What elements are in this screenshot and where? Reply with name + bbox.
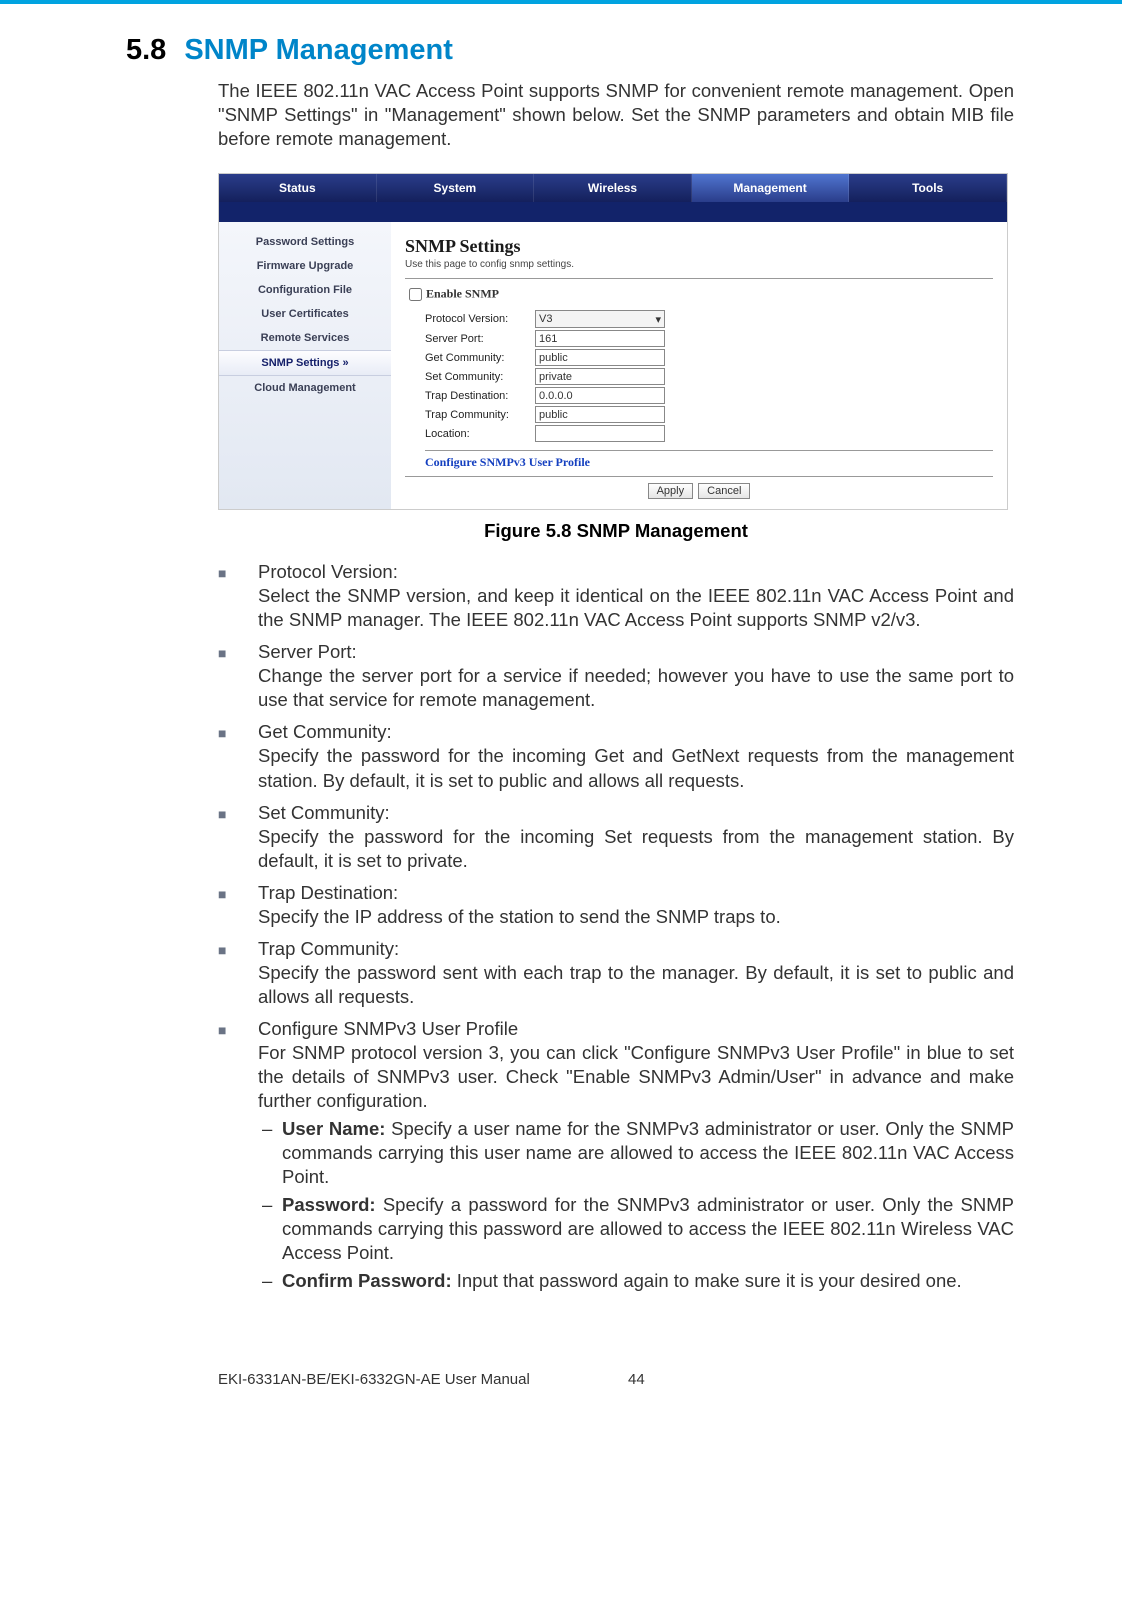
bullet-list: ■ Protocol Version:Select the SNMP versi… <box>218 560 1014 1293</box>
sub-label: Confirm Password: <box>282 1270 452 1291</box>
figure-wrap: Status System Wireless Management Tools … <box>218 173 1014 510</box>
item-title: Trap Community: <box>258 937 1014 961</box>
item-desc: For SNMP protocol version 3, you can cli… <box>258 1042 1014 1111</box>
set-community-label: Set Community: <box>405 371 535 383</box>
square-bullet-icon: ■ <box>218 801 258 873</box>
tab-status[interactable]: Status <box>219 174 377 202</box>
trap-destination-input[interactable]: 0.0.0.0 <box>535 387 665 404</box>
item-desc: Specify the IP address of the station to… <box>258 906 781 927</box>
sub-text: Specify a user name for the SNMPv3 admin… <box>282 1118 1014 1187</box>
panel-subtitle: Use this page to config snmp settings. <box>405 259 993 270</box>
sidebar-remote[interactable]: Remote Services <box>219 326 391 350</box>
item-title: Server Port: <box>258 640 1014 664</box>
dash-icon: – <box>258 1193 282 1265</box>
item-title: Get Community: <box>258 720 1014 744</box>
tab-wireless[interactable]: Wireless <box>534 174 692 202</box>
list-item: ■ Protocol Version:Select the SNMP versi… <box>218 560 1014 632</box>
enable-snmp-row: Enable SNMP <box>405 285 993 304</box>
item-desc: Change the server port for a service if … <box>258 665 1014 710</box>
trap-community-input[interactable]: public <box>535 406 665 423</box>
panel-title: SNMP Settings <box>405 236 993 257</box>
item-desc: Specify the password for the incoming Ge… <box>258 745 1014 790</box>
list-item: ■ Configure SNMPv3 User Profile For SNMP… <box>218 1017 1014 1294</box>
sub-text: Input that password again to make sure i… <box>452 1270 962 1291</box>
list-item: ■ Set Community:Specify the password for… <box>218 801 1014 873</box>
location-input[interactable] <box>535 425 665 442</box>
square-bullet-icon: ■ <box>218 881 258 929</box>
footer-page-number: 44 <box>628 1371 645 1388</box>
trap-community-label: Trap Community: <box>405 409 535 421</box>
section-title: SNMP Management <box>184 34 453 67</box>
sidebar-certs[interactable]: User Certificates <box>219 302 391 326</box>
get-community-input[interactable]: public <box>535 349 665 366</box>
sidebar-snmp[interactable]: SNMP Settings <box>219 350 391 376</box>
screenshot-sidebar: Password Settings Firmware Upgrade Confi… <box>219 222 391 509</box>
item-desc: Select the SNMP version, and keep it ide… <box>258 585 1014 630</box>
screenshot-body: Password Settings Firmware Upgrade Confi… <box>219 222 1007 509</box>
intro-paragraph: The IEEE 802.11n VAC Access Point suppor… <box>218 79 1014 151</box>
list-item: ■ Get Community:Specify the password for… <box>218 720 1014 792</box>
tab-management[interactable]: Management <box>692 174 850 202</box>
square-bullet-icon: ■ <box>218 720 258 792</box>
server-port-label: Server Port: <box>405 333 535 345</box>
item-title: Configure SNMPv3 User Profile <box>258 1017 1014 1041</box>
sidebar-config[interactable]: Configuration File <box>219 278 391 302</box>
sidebar-firmware[interactable]: Firmware Upgrade <box>219 254 391 278</box>
section-number: 5.8 <box>126 34 166 67</box>
section-heading: 5.8 SNMP Management <box>126 34 1014 67</box>
tab-tools[interactable]: Tools <box>849 174 1007 202</box>
dash-icon: – <box>258 1117 282 1189</box>
protocol-version-label: Protocol Version: <box>405 313 535 325</box>
square-bullet-icon: ■ <box>218 937 258 1009</box>
snmp-screenshot: Status System Wireless Management Tools … <box>218 173 1008 510</box>
page-footer: EKI-6331AN-BE/EKI-6332GN-AE User Manual … <box>0 1371 1122 1418</box>
protocol-version-select[interactable]: V3▾ <box>535 310 665 328</box>
get-community-label: Get Community: <box>405 352 535 364</box>
square-bullet-icon: ■ <box>218 1017 258 1294</box>
screenshot-tabs: Status System Wireless Management Tools <box>219 174 1007 202</box>
chevron-down-icon: ▾ <box>655 313 661 326</box>
set-community-input[interactable]: private <box>535 368 665 385</box>
sidebar-cloud[interactable]: Cloud Management <box>219 376 391 400</box>
location-label: Location: <box>405 428 535 440</box>
sub-label: Password: <box>282 1194 376 1215</box>
sub-label: User Name: <box>282 1118 385 1139</box>
apply-button[interactable]: Apply <box>648 483 694 499</box>
enable-snmp-checkbox[interactable] <box>409 288 422 301</box>
enable-snmp-label: Enable SNMP <box>426 286 499 300</box>
dash-icon: – <box>258 1269 282 1293</box>
square-bullet-icon: ■ <box>218 560 258 632</box>
list-item: ■ Trap Community:Specify the password se… <box>218 937 1014 1009</box>
item-desc: Specify the password for the incoming Se… <box>258 826 1014 871</box>
panel-buttons: Apply Cancel <box>405 483 993 499</box>
trap-destination-label: Trap Destination: <box>405 390 535 402</box>
square-bullet-icon: ■ <box>218 640 258 712</box>
page-content: 5.8 SNMP Management The IEEE 802.11n VAC… <box>0 4 1122 1321</box>
screenshot-bluebar <box>219 202 1007 222</box>
screenshot-main: SNMP Settings Use this page to config sn… <box>391 222 1007 509</box>
sub-item: –User Name: Specify a user name for the … <box>258 1117 1014 1189</box>
server-port-input[interactable]: 161 <box>535 330 665 347</box>
figure-caption: Figure 5.8 SNMP Management <box>218 520 1014 542</box>
list-item: ■ Server Port:Change the server port for… <box>218 640 1014 712</box>
item-title: Set Community: <box>258 801 1014 825</box>
item-title: Protocol Version: <box>258 560 1014 584</box>
item-desc: Specify the password sent with each trap… <box>258 962 1014 1007</box>
list-item: ■ Trap Destination:Specify the IP addres… <box>218 881 1014 929</box>
tab-system[interactable]: System <box>377 174 535 202</box>
sidebar-password[interactable]: Password Settings <box>219 230 391 254</box>
footer-manual-name: EKI-6331AN-BE/EKI-6332GN-AE User Manual <box>218 1371 628 1388</box>
sub-item: –Password: Specify a password for the SN… <box>258 1193 1014 1265</box>
cancel-button[interactable]: Cancel <box>698 483 750 499</box>
sub-text: Specify a password for the SNMPv3 admini… <box>282 1194 1014 1263</box>
sub-item: –Confirm Password: Input that password a… <box>258 1269 1014 1293</box>
configure-snmpv3-link[interactable]: Configure SNMPv3 User Profile <box>425 450 993 470</box>
item-title: Trap Destination: <box>258 881 1014 905</box>
